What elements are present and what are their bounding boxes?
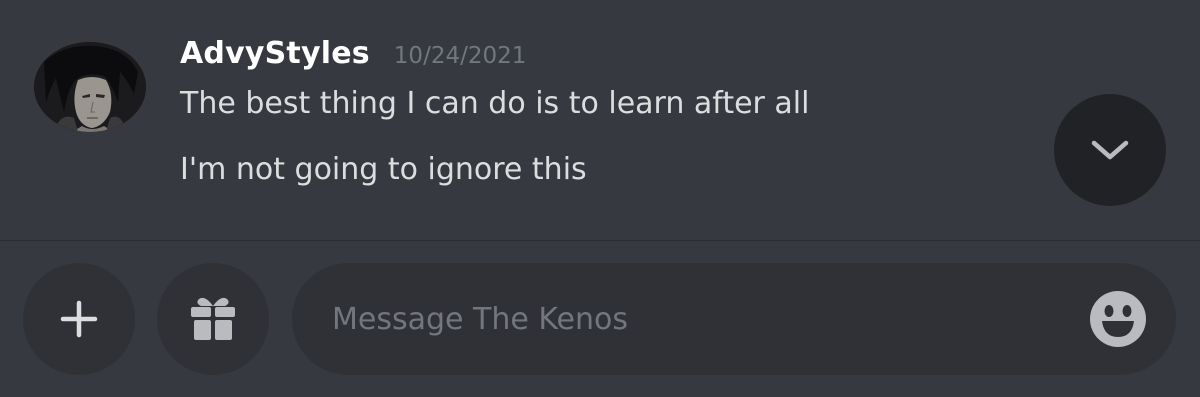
emoji-smile-icon	[1090, 291, 1146, 347]
chat-screen: AdvyStyles 10/24/2021 The best thing I c…	[0, 0, 1200, 397]
message-input-container	[292, 263, 1176, 375]
message-composer	[0, 241, 1200, 397]
add-attachment-button[interactable]	[23, 263, 135, 375]
message-input[interactable]	[332, 263, 1072, 375]
chevron-down-icon	[1091, 140, 1129, 160]
emoji-picker-button[interactable]	[1088, 289, 1148, 349]
plus-icon	[60, 300, 98, 338]
avatar[interactable]	[34, 42, 146, 132]
message-text: I'm not going to ignore this	[180, 152, 587, 187]
jump-to-present-button[interactable]	[1054, 94, 1166, 206]
author-name[interactable]: AdvyStyles	[180, 36, 370, 71]
message-text: The best thing I can do is to learn afte…	[180, 86, 810, 121]
gift-icon	[191, 297, 235, 340]
chat-message: AdvyStyles 10/24/2021 The best thing I c…	[0, 0, 1200, 240]
avatar-image	[34, 42, 146, 132]
message-timestamp: 10/24/2021	[393, 43, 527, 69]
message-header: AdvyStyles 10/24/2021	[180, 36, 526, 71]
gift-button[interactable]	[157, 263, 269, 375]
